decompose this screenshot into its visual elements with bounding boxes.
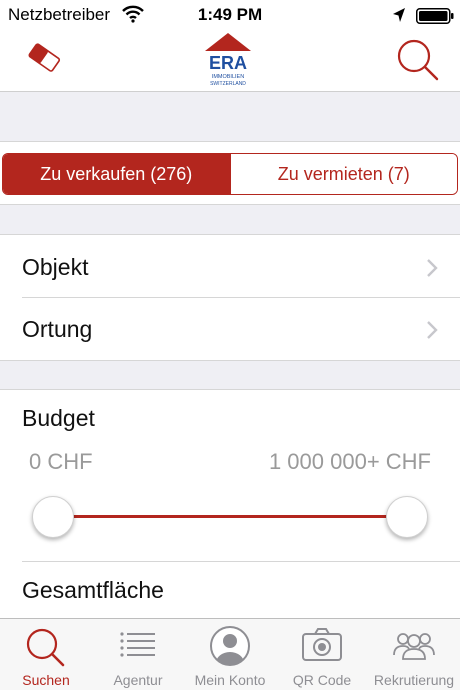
budget-max-handle[interactable] — [386, 496, 428, 538]
logo-subtitle-1: IMMOBILIEN — [212, 74, 244, 80]
tab-rekrutierung[interactable]: Rekrutierung — [368, 619, 460, 690]
divider — [22, 561, 460, 562]
chevron-right-icon — [427, 321, 438, 339]
segment-bar: Zu verkaufen (276) Zu vermieten (7) — [0, 142, 460, 205]
group-icon — [393, 633, 435, 660]
tab-agentur[interactable]: Agentur — [92, 619, 184, 690]
row-objekt[interactable]: Objekt — [0, 236, 460, 298]
row-label: Ortung — [22, 316, 93, 342]
logo-subtitle-2: SWITZERLAND — [210, 81, 246, 87]
status-bar: Netzbetreiber 1:49 PM — [0, 0, 460, 30]
budget-max-label: 1 000 000+ CHF — [268, 449, 431, 474]
tab-bar: Suchen Agentur Mein Konto QR Code Rekrut… — [0, 618, 460, 690]
budget-min-handle[interactable] — [32, 496, 74, 538]
budget-min-label: 0 CHF — [29, 449, 93, 474]
segment-for-sale[interactable]: Zu verkaufen (276) — [3, 154, 230, 194]
section-gap — [0, 92, 460, 142]
tab-label: Suchen — [22, 672, 70, 688]
tab-mein-konto[interactable]: Mein Konto — [184, 619, 276, 690]
section-gap — [0, 360, 460, 390]
listing-type-segmented-control: Zu verkaufen (276) Zu vermieten (7) — [2, 153, 458, 195]
tab-qr-code[interactable]: QR Code — [276, 619, 368, 690]
logo-text: ERA — [209, 53, 247, 73]
eraser-icon[interactable] — [24, 38, 64, 78]
tab-suchen[interactable]: Suchen — [0, 619, 92, 690]
segment-for-rent[interactable]: Zu vermieten (7) — [229, 154, 457, 194]
section-gap — [0, 205, 460, 235]
budget-range-track — [52, 515, 408, 518]
camera-icon — [302, 628, 342, 661]
budget-title: Budget — [22, 405, 95, 431]
location-arrow-icon — [393, 8, 405, 22]
battery-icon — [416, 8, 454, 24]
nav-bar: ERA IMMOBILIEN SWITZERLAND — [0, 30, 460, 92]
clock: 1:49 PM — [197, 5, 263, 24]
row-ortung[interactable]: Ortung — [0, 298, 460, 360]
tab-label: Rekrutierung — [373, 672, 455, 688]
search-icon[interactable] — [394, 36, 440, 82]
tab-label: Mein Konto — [194, 672, 266, 688]
budget-section: Budget 0 CHF 1 000 000+ CHF Gesamtfläche — [0, 390, 460, 618]
tab-label: Agentur — [113, 672, 163, 688]
area-title[interactable]: Gesamtfläche — [22, 577, 164, 604]
person-icon — [210, 626, 250, 666]
row-label: Objekt — [22, 254, 89, 280]
era-logo: ERA IMMOBILIEN SWITZERLAND — [205, 33, 251, 87]
list-icon — [120, 632, 155, 657]
search-icon — [26, 628, 65, 667]
chevron-right-icon — [427, 259, 438, 277]
tab-label: QR Code — [292, 672, 352, 688]
